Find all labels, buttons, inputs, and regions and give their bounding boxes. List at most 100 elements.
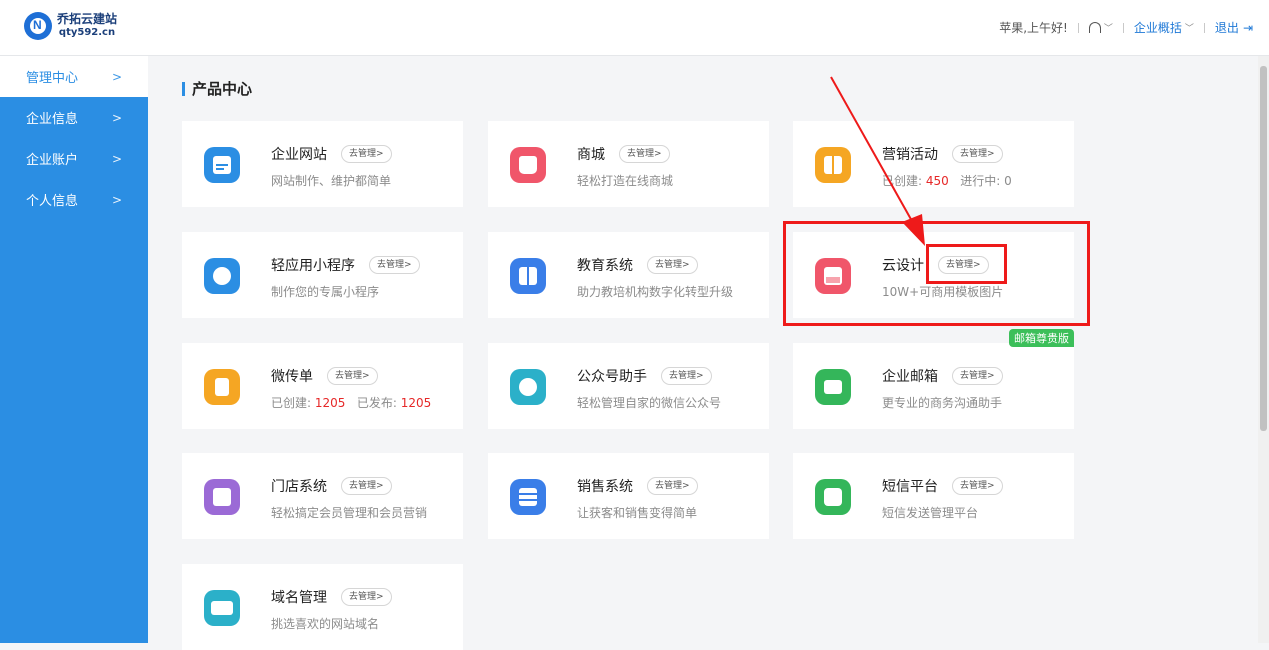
card-desc: 助力教培机构数字化转型升级 [577,285,734,299]
product-card-mall[interactable]: 商城 去管理> 轻松打造在线商城 [488,121,769,207]
logo-name: 乔拓云建站 [57,12,118,26]
product-card-mini-program[interactable]: 轻应用小程序 去管理> 制作您的专属小程序 [182,232,463,318]
card-title: 域名管理 [271,590,327,606]
product-card-sms[interactable]: 短信平台 去管理> 短信发送管理平台 [793,453,1074,539]
product-card-store[interactable]: 门店系统 去管理> 轻松搞定会员管理和会员营销 [182,453,463,539]
card-desc: 挑选喜欢的网站域名 [271,617,380,631]
manage-button[interactable]: 去管理> [647,477,698,495]
flyer-icon [204,369,240,405]
book-icon [510,258,546,294]
created-count: 450 [925,174,949,188]
logout-button[interactable]: 退出 ⇥ [1215,19,1253,36]
chevron-right-icon: > [111,110,122,125]
card-title: 企业邮箱 [882,369,938,385]
manage-button[interactable]: 去管理> [341,477,392,495]
card-title: 商城 [577,147,605,163]
sidebar-item-label: 管理中心 [26,71,79,86]
card-title: 门店系统 [271,479,327,495]
manage-button[interactable]: 去管理> [341,145,392,163]
logo-domain: qty592.cn [58,27,116,38]
chevron-down-icon: ﹀ [1184,24,1194,34]
created-count: 1205 [314,396,346,410]
overview-dropdown[interactable]: 企业概括 ﹀ [1134,19,1194,36]
divider [1077,22,1079,33]
sidebar-item-label: 个人信息 [26,194,79,209]
sidebar-item-personal-info[interactable]: 个人信息 > [0,179,148,220]
domain-icon [204,590,240,626]
card-desc: 让获客和销售变得简单 [577,506,698,520]
greeting-text: 苹果,上午好! [999,21,1068,35]
highlight-box-manage [926,244,1007,284]
card-desc: 轻松打造在线商城 [577,174,674,188]
top-header: 乔拓云建站 qty592.cn 苹果,上午好! ﹀ 企业概括 ﹀ 退出 ⇥ [0,0,1269,56]
card-title: 教育系统 [577,258,633,274]
product-card-domain[interactable]: 域名管理 去管理> 挑选喜欢的网站域名 [182,564,463,650]
sidebar-item-label: 企业账户 [26,153,79,168]
manage-button[interactable]: 去管理> [619,145,670,163]
chevron-right-icon: > [111,151,122,166]
support-dropdown[interactable]: ﹀ [1088,21,1113,34]
logo-icon [24,12,52,40]
message-icon [815,479,851,515]
manage-button[interactable]: 去管理> [341,588,392,606]
created-label: 已创建: [882,174,923,188]
card-title: 销售系统 [577,479,633,495]
exit-icon: ⇥ [1242,20,1253,35]
gift-icon [815,147,851,183]
overview-label: 企业概括 [1133,21,1182,35]
scrollbar-thumb[interactable] [1260,66,1267,431]
manage-button[interactable]: 去管理> [952,477,1003,495]
logout-label: 退出 [1214,21,1239,35]
sidebar: 管理中心 > 企业信息 > 企业账户 > 个人信息 > [0,56,148,643]
premium-badge: 邮箱尊贵版 [1009,329,1074,347]
card-title: 短信平台 [882,479,938,495]
product-card-email[interactable]: 邮箱尊贵版 企业邮箱 去管理> 更专业的商务沟通助手 [793,329,1074,429]
sidebar-item-company-account[interactable]: 企业账户 > [0,138,148,179]
mini-program-icon [204,258,240,294]
card-title: 营销活动 [882,147,938,163]
section-title: 产品中心 [182,78,252,99]
card-title: 公众号助手 [577,369,647,385]
product-card-marketing[interactable]: 营销活动 去管理> 已创建: 450 进行中: 0 [793,121,1074,207]
divider [1203,22,1205,33]
card-title: 企业网站 [271,147,327,163]
published-label: 已发布: [356,396,397,410]
sidebar-item-management[interactable]: 管理中心 > [0,56,148,97]
headset-icon [1088,22,1101,33]
list-icon [510,479,546,515]
card-desc: 短信发送管理平台 [882,506,979,520]
card-desc: 更专业的商务沟通助手 [882,396,1003,410]
chevron-down-icon: ﹀ [1103,24,1113,34]
logo[interactable]: 乔拓云建站 qty592.cn [24,12,117,40]
browser-icon [204,147,240,183]
scrollbar[interactable] [1258,56,1269,643]
chevron-right-icon: > [111,192,122,207]
product-card-education[interactable]: 教育系统 去管理> 助力教培机构数字化转型升级 [488,232,769,318]
published-count: 1205 [400,396,432,410]
card-title: 微传单 [271,369,313,385]
card-desc: 制作您的专属小程序 [271,285,380,299]
store-icon [204,479,240,515]
sidebar-item-company-info[interactable]: 企业信息 > [0,97,148,138]
product-card-website[interactable]: 企业网站 去管理> 网站制作、维护都简单 [182,121,463,207]
manage-button[interactable]: 去管理> [952,367,1003,385]
manage-button[interactable]: 去管理> [661,367,712,385]
manage-button[interactable]: 去管理> [327,367,378,385]
main-content: 产品中心 企业网站 去管理> 网站制作、维护都简单 商城 去管理> 轻松打造在线商城… [148,56,1258,650]
wechat-icon [510,369,546,405]
manage-button[interactable]: 去管理> [952,145,1003,163]
mail-icon [815,369,851,405]
product-card-flyer[interactable]: 微传单 去管理> 已创建: 1205 已发布: 1205 [182,343,463,429]
product-card-wechat-assistant[interactable]: 公众号助手 去管理> 轻松管理自家的微信公众号 [488,343,769,429]
shopping-bag-icon [510,147,546,183]
card-desc: 网站制作、维护都简单 [271,174,392,188]
product-card-sales[interactable]: 销售系统 去管理> 让获客和销售变得简单 [488,453,769,539]
sidebar-item-label: 企业信息 [26,112,79,127]
manage-button[interactable]: 去管理> [369,256,420,274]
manage-button[interactable]: 去管理> [647,256,698,274]
divider [1122,22,1124,33]
ongoing-label: 进行中: [960,174,1001,188]
card-title: 轻应用小程序 [271,258,355,274]
card-desc: 轻松管理自家的微信公众号 [577,396,722,410]
card-desc: 已创建: 450 进行中: 0 [882,172,1012,189]
